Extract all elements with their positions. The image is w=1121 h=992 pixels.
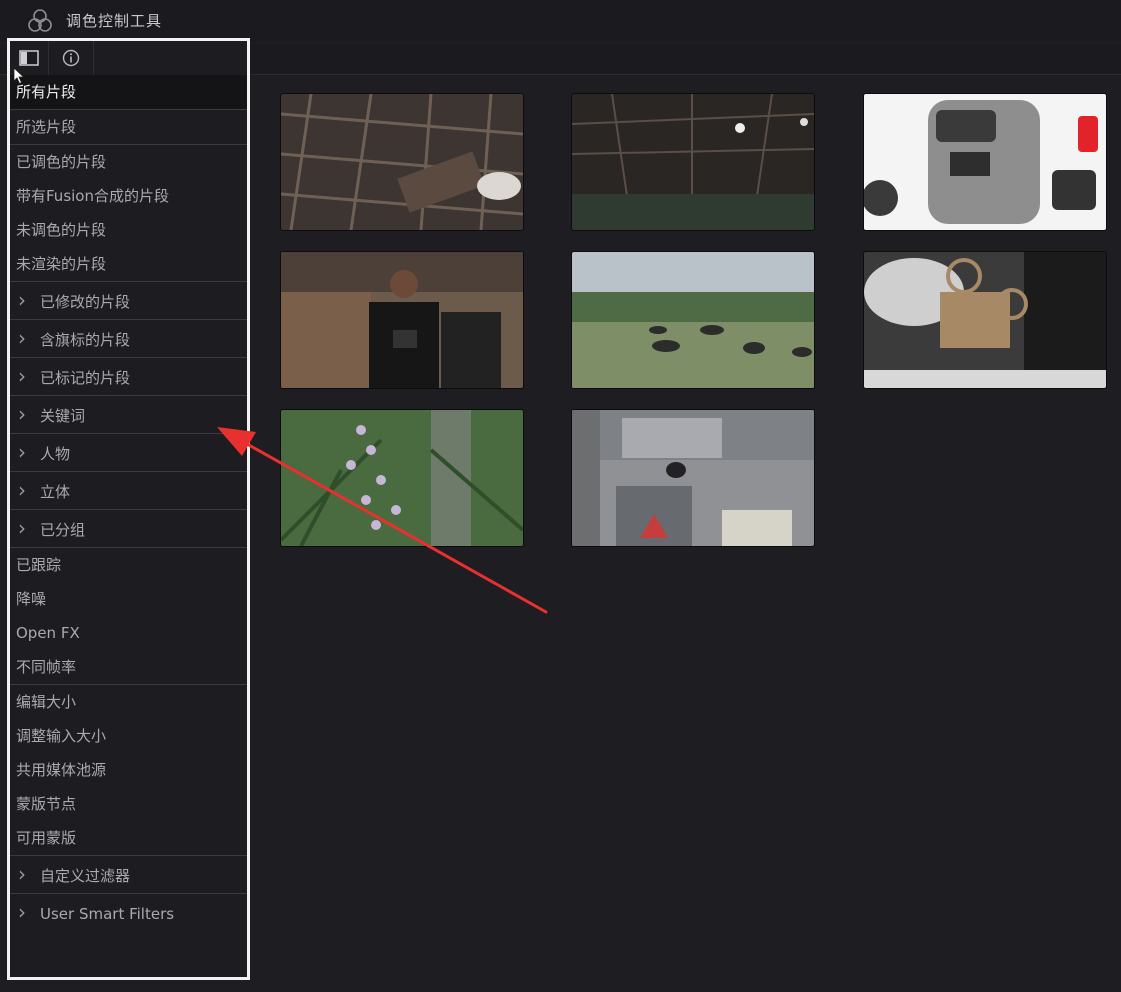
sidebar-item[interactable]: › 已分组 xyxy=(10,510,247,547)
sidebar-item-label: 编辑大小 xyxy=(16,693,77,711)
sidebar-item[interactable]: › 含旗标的片段 xyxy=(10,320,247,357)
sidebar-item[interactable]: › 人物 xyxy=(10,434,247,471)
sidebar-toolbar xyxy=(10,41,247,75)
sidebar-item-label: 蒙版节点 xyxy=(16,795,77,813)
sidebar-item-label: 已跟踪 xyxy=(16,556,62,574)
sidebar-item[interactable]: › 立体 xyxy=(10,472,247,509)
info-icon xyxy=(62,49,80,67)
sidebar-item[interactable]: 已跟踪 xyxy=(10,548,247,582)
sidebar-item-label: 所有片段 xyxy=(16,83,77,101)
sidebar-item-label: 调整输入大小 xyxy=(16,727,107,745)
sidebar-item-label: 自定义过滤器 xyxy=(40,867,131,885)
sidebar-item-label: 已调色的片段 xyxy=(16,153,107,171)
sidebar-item[interactable]: › 自定义过滤器 xyxy=(10,856,247,893)
sidebar-item-label: 人物 xyxy=(40,445,71,463)
sidebar-item[interactable]: 调整输入大小 xyxy=(10,719,247,753)
clip-stage-rigging[interactable] xyxy=(571,93,815,231)
chevron-right-icon[interactable]: › xyxy=(16,320,36,357)
panel-toggle-icon xyxy=(19,50,39,66)
sidebar-item[interactable]: 未调色的片段 xyxy=(10,213,247,247)
sidebar-item-label: Open FX xyxy=(16,624,80,642)
chevron-right-icon[interactable]: › xyxy=(16,434,36,471)
sidebar-item[interactable]: Open FX xyxy=(10,616,247,650)
clip-drone-case[interactable] xyxy=(863,93,1107,231)
clip-purple-flowers[interactable] xyxy=(280,409,524,547)
sidebar-item-label: 不同帧率 xyxy=(16,658,77,676)
sidebar-item-label: 已标记的片段 xyxy=(40,369,131,387)
sidebar-item[interactable]: 蒙版节点 xyxy=(10,787,247,821)
mouse-cursor-icon xyxy=(13,67,25,85)
sidebar-item-label: 所选片段 xyxy=(16,118,77,136)
clip-toy-projector[interactable] xyxy=(863,251,1107,389)
sidebar-item-label: 未渲染的片段 xyxy=(16,255,107,273)
chevron-right-icon[interactable]: › xyxy=(16,894,36,931)
sidebar-item-label: 可用蒙版 xyxy=(16,829,77,847)
sidebar-item[interactable]: 编辑大小 xyxy=(10,685,247,719)
smart-filter-sidebar: 所有片段所选片段已调色的片段带有Fusion合成的片段 未调色的片段 未渲染的片段 ›… xyxy=(7,38,250,980)
sidebar-item[interactable]: 未渲染的片段 xyxy=(10,247,247,281)
sidebar-item[interactable]: › 已标记的片段 xyxy=(10,358,247,395)
sidebar-item[interactable]: 所选片段 xyxy=(10,110,247,144)
sidebar-item-label: 未调色的片段 xyxy=(16,221,107,239)
info-button[interactable] xyxy=(49,41,94,75)
sidebar-item[interactable]: › 关键词 xyxy=(10,396,247,433)
filter-list: 所有片段所选片段已调色的片段带有Fusion合成的片段 未调色的片段 未渲染的片段 ›… xyxy=(10,75,247,931)
sidebar-item[interactable]: 共用媒体池源 xyxy=(10,753,247,787)
sidebar-item-label: 关键词 xyxy=(40,407,86,425)
chevron-right-icon[interactable]: › xyxy=(16,472,36,509)
clip-man-camera[interactable] xyxy=(280,251,524,389)
sidebar-item-label: 已修改的片段 xyxy=(40,293,131,311)
clip-bird-trashcan[interactable] xyxy=(571,409,815,547)
sidebar-item[interactable]: 带有Fusion合成的片段 xyxy=(10,179,247,213)
sidebar-item[interactable]: 不同帧率 xyxy=(10,650,247,684)
sidebar-item-label: 带有Fusion合成的片段 xyxy=(16,187,169,205)
chevron-right-icon[interactable]: › xyxy=(16,282,36,319)
sidebar-item-label: 含旗标的片段 xyxy=(40,331,131,349)
sidebar-item[interactable]: 所有片段 xyxy=(10,75,247,109)
sidebar-item-label: 立体 xyxy=(40,483,71,501)
chevron-right-icon[interactable]: › xyxy=(16,358,36,395)
clip-scaffold-ceiling[interactable] xyxy=(280,93,524,231)
chevron-right-icon[interactable]: › xyxy=(16,396,36,433)
title-bar: 调色控制工具 xyxy=(0,0,1121,42)
sidebar-item[interactable]: › User Smart Filters xyxy=(10,894,247,931)
app-title: 调色控制工具 xyxy=(66,12,163,30)
sidebar-item-label: 共用媒体池源 xyxy=(16,761,107,779)
sidebar-item-label: 降噪 xyxy=(16,590,47,608)
sidebar-item[interactable]: 已调色的片段 xyxy=(10,145,247,179)
color-circles-icon xyxy=(28,9,52,32)
sidebar-item-label: User Smart Filters xyxy=(40,905,175,923)
chevron-right-icon[interactable]: › xyxy=(16,510,36,547)
sidebar-item[interactable]: 降噪 xyxy=(10,582,247,616)
sidebar-item[interactable]: › 已修改的片段 xyxy=(10,282,247,319)
chevron-right-icon[interactable]: › xyxy=(16,856,36,893)
clip-buffalo-field[interactable] xyxy=(571,251,815,389)
sidebar-item[interactable]: 可用蒙版 xyxy=(10,821,247,855)
sidebar-item-label: 已分组 xyxy=(40,521,86,539)
